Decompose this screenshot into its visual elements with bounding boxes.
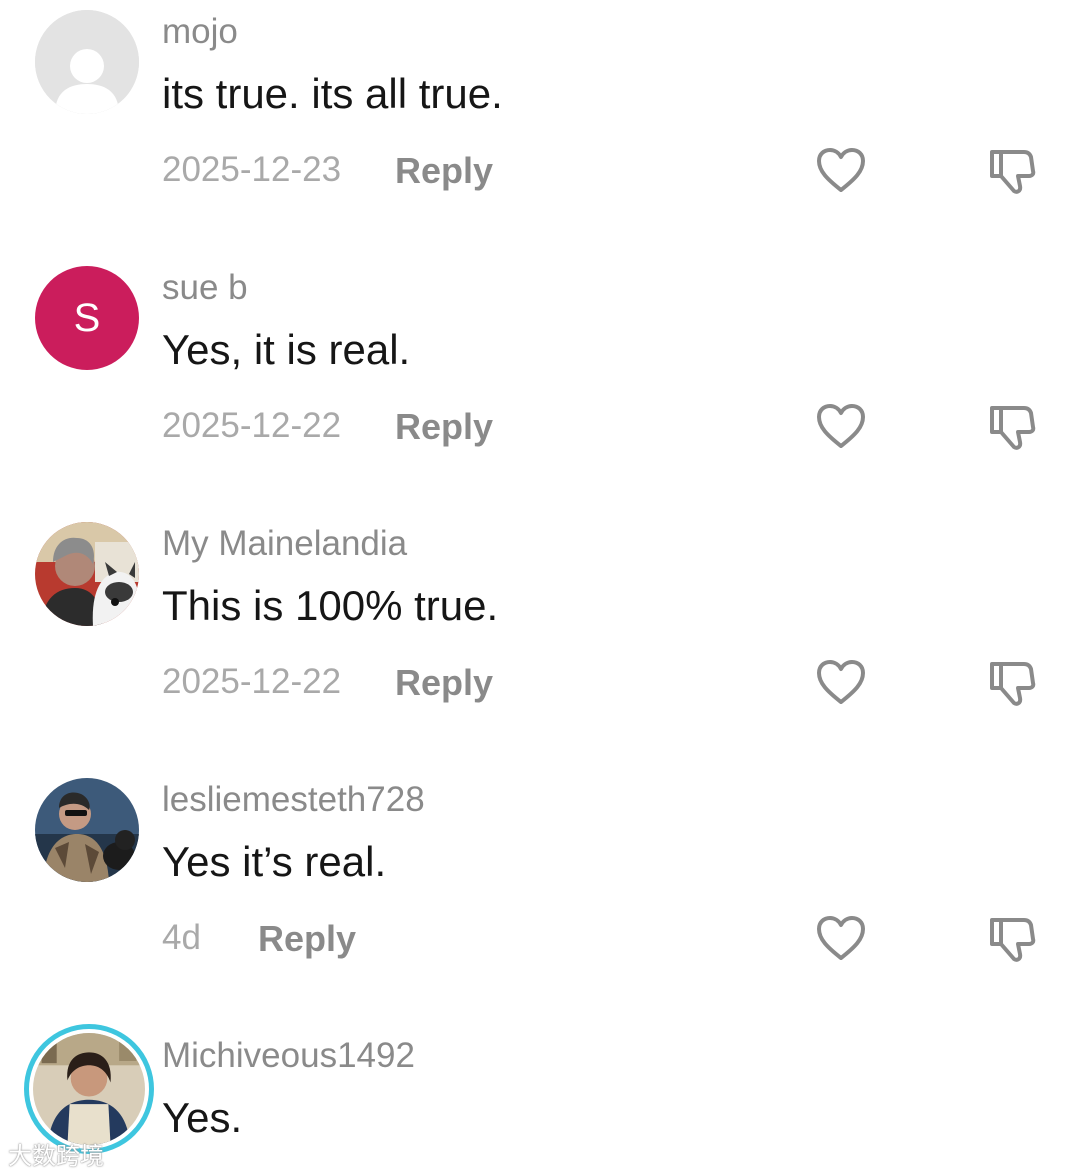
comment-username[interactable]: lesliemesteth728 [162, 780, 425, 820]
reply-button[interactable]: Reply [258, 918, 356, 960]
thumbs-down-icon [990, 150, 1036, 194]
comment-date: 2025-12-22 [162, 662, 342, 701]
thumbs-down-icon [990, 662, 1036, 706]
dislike-button[interactable] [988, 914, 1036, 964]
reply-button[interactable]: Reply [395, 150, 493, 192]
default-avatar-icon [35, 10, 139, 114]
thumbs-down-icon [990, 918, 1036, 962]
comment-username[interactable]: Michiveous1492 [162, 1036, 415, 1076]
like-button[interactable] [815, 402, 867, 450]
avatar[interactable] [35, 10, 139, 114]
avatar[interactable] [35, 778, 139, 882]
comment-date: 4d [162, 918, 201, 957]
dislike-button[interactable] [988, 402, 1036, 452]
heart-icon [817, 916, 865, 960]
heart-icon [817, 404, 865, 448]
like-button[interactable] [815, 914, 867, 962]
user-photo-icon [33, 1033, 145, 1145]
comment-date: 2025-12-23 [162, 150, 342, 189]
reply-button[interactable]: Reply [395, 662, 493, 704]
avatar-story-ring[interactable] [24, 1024, 154, 1154]
comment-item: Michiveous1492 Yes. [0, 1024, 1080, 1172]
user-photo-icon [35, 778, 139, 882]
avatar-letter: S [73, 295, 101, 340]
like-button[interactable] [815, 658, 867, 706]
dislike-button[interactable] [988, 658, 1036, 708]
comment-username[interactable]: My Mainelandia [162, 524, 407, 564]
comment-text: This is 100% true. [162, 582, 499, 629]
comment-text: Yes, it is real. [162, 326, 411, 373]
comment-text: Yes it’s real. [162, 838, 387, 885]
comment-item: S sue b Yes, it is real. 2025-12-22 Repl… [0, 256, 1080, 512]
comment-date: 2025-12-22 [162, 406, 342, 445]
like-button[interactable] [815, 146, 867, 194]
reply-button[interactable]: Reply [395, 406, 493, 448]
dislike-button[interactable] [988, 146, 1036, 196]
watermark: 大数跨境 [8, 1143, 104, 1170]
heart-icon [817, 660, 865, 704]
comment-username[interactable]: mojo [162, 12, 238, 52]
thumbs-down-icon [990, 406, 1036, 450]
avatar[interactable]: S [35, 266, 139, 370]
comment-item: lesliemesteth728 Yes it’s real. 4d Reply [0, 768, 1080, 1024]
comment-text: Yes. [162, 1094, 243, 1141]
comment-item: My Mainelandia This is 100% true. 2025-1… [0, 512, 1080, 768]
user-photo-icon [35, 522, 139, 626]
comment-username[interactable]: sue b [162, 268, 248, 308]
avatar[interactable] [35, 522, 139, 626]
comment-text: its true. its all true. [162, 70, 503, 117]
heart-icon [817, 148, 865, 192]
comment-item: mojo its true. its all true. 2025-12-23 … [0, 0, 1080, 256]
